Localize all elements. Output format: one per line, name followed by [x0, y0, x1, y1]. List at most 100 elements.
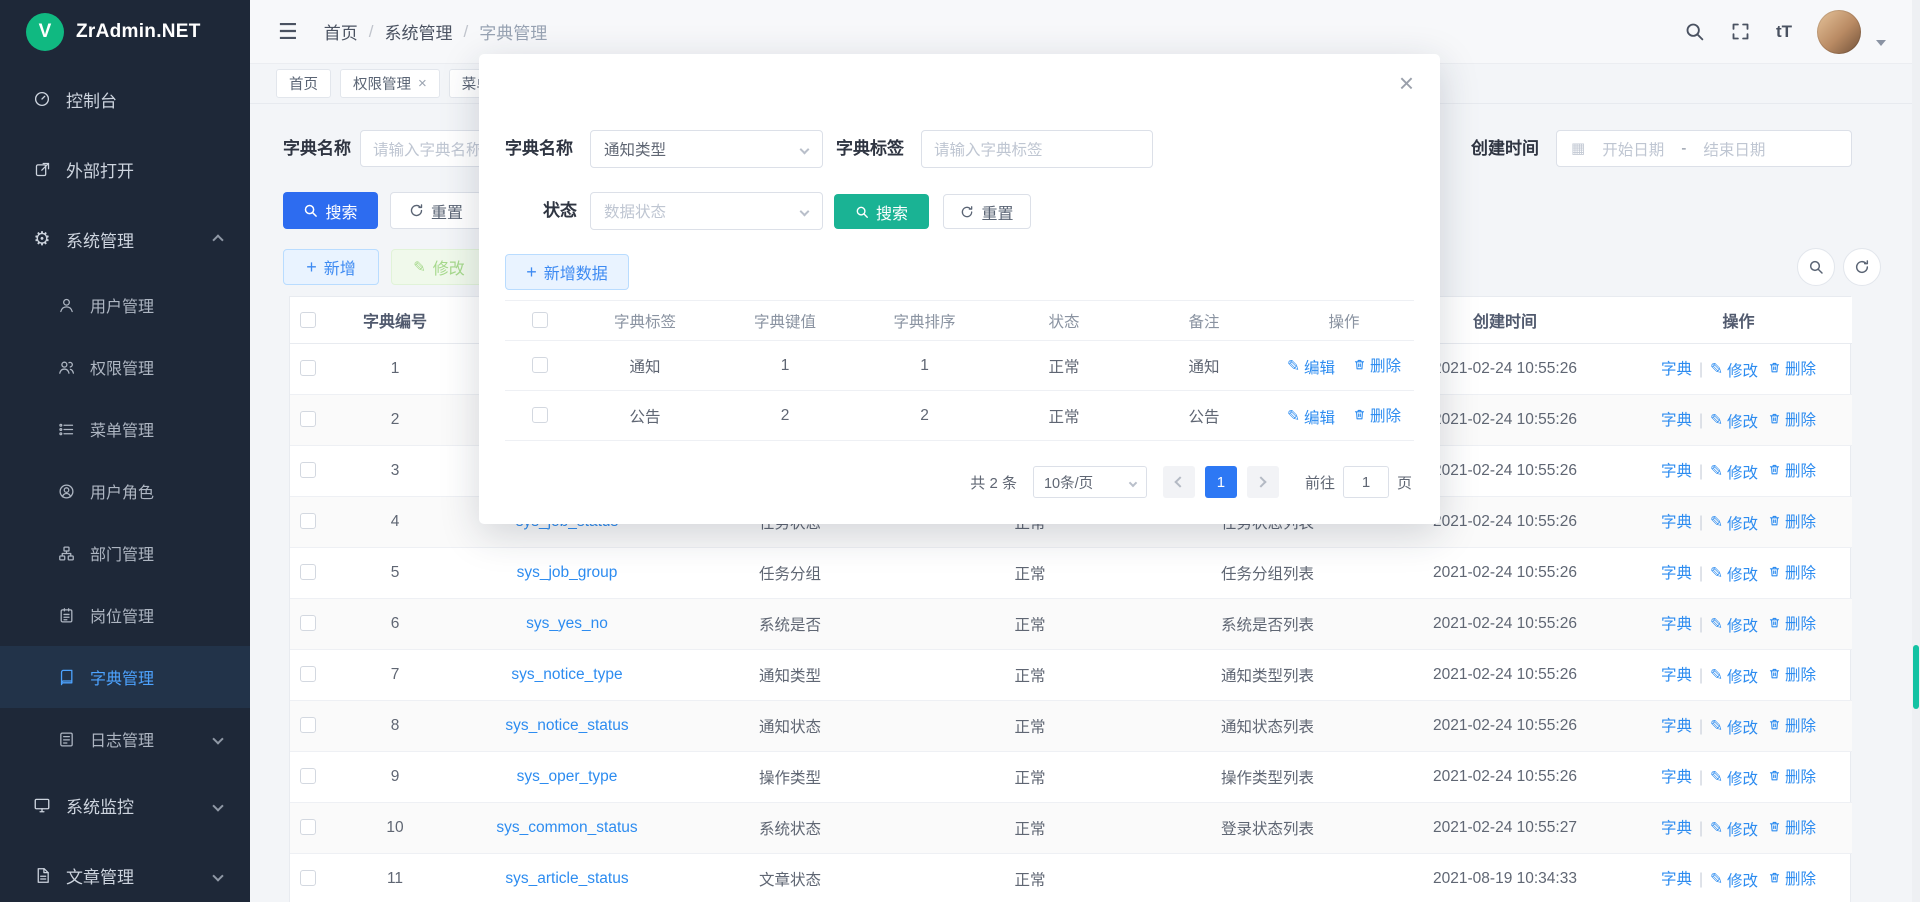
delete-link[interactable]: 删除: [1768, 765, 1816, 787]
close-icon[interactable]: ×: [418, 76, 427, 91]
row-checkbox[interactable]: [300, 717, 316, 733]
app-logo[interactable]: V ZrAdmin.NET: [0, 0, 250, 64]
row-checkbox[interactable]: [532, 357, 548, 373]
row-checkbox[interactable]: [532, 407, 548, 423]
close-icon[interactable]: ×: [1399, 70, 1414, 96]
row-checkbox[interactable]: [300, 666, 316, 682]
fullscreen-icon[interactable]: [1730, 21, 1751, 42]
edit-link[interactable]: ✎修改: [1710, 410, 1758, 432]
dict-type-link[interactable]: sys_yes_no: [526, 615, 608, 632]
dict-data-link[interactable]: 字典: [1661, 561, 1692, 583]
delete-link[interactable]: 删除: [1768, 510, 1816, 532]
tab-permission[interactable]: 权限管理×: [340, 69, 440, 98]
edit-link[interactable]: ✎修改: [1710, 716, 1758, 738]
delete-link[interactable]: 删除: [1768, 357, 1816, 379]
select-all-checkbox[interactable]: [532, 312, 548, 328]
edit-link[interactable]: ✎修改: [1710, 767, 1758, 789]
sidebar-item-article[interactable]: 文章管理: [0, 840, 250, 902]
breadcrumb-system[interactable]: 系统管理: [384, 19, 452, 44]
dict-data-link[interactable]: 字典: [1661, 816, 1692, 838]
page-size-select[interactable]: 10条/页: [1033, 466, 1147, 498]
delete-link[interactable]: 删除: [1768, 714, 1816, 736]
delete-link[interactable]: 删除: [1768, 459, 1816, 481]
dict-type-link[interactable]: sys_notice_type: [511, 666, 622, 683]
dialog-search-button[interactable]: 搜索: [834, 194, 929, 229]
font-size-icon[interactable]: tT: [1776, 22, 1792, 42]
prev-page-button[interactable]: [1163, 466, 1195, 498]
edit-link[interactable]: ✎修改: [1710, 563, 1758, 585]
dialog-reset-button[interactable]: 重置: [943, 194, 1031, 229]
edit-link[interactable]: ✎修改: [1710, 665, 1758, 687]
avatar[interactable]: [1817, 10, 1861, 54]
delete-link[interactable]: 删除: [1768, 816, 1816, 838]
edit-link[interactable]: ✎修改: [1710, 359, 1758, 381]
dict-label-input[interactable]: 请输入字典标签: [921, 130, 1153, 168]
dict-data-link[interactable]: 字典: [1661, 408, 1692, 430]
search-icon[interactable]: [1684, 21, 1705, 42]
dict-data-link[interactable]: 字典: [1661, 357, 1692, 379]
edit-link[interactable]: ✎修改: [1710, 461, 1758, 483]
row-checkbox[interactable]: [300, 819, 316, 835]
scrollbar-thumb[interactable]: [1913, 645, 1919, 709]
caret-down-icon[interactable]: [1876, 40, 1886, 46]
dict-type-link[interactable]: sys_article_status: [505, 870, 628, 887]
delete-link[interactable]: 删除: [1768, 663, 1816, 685]
sidebar-item-menu-mgmt[interactable]: 菜单管理: [0, 398, 250, 460]
sidebar-item-user-role[interactable]: 用户角色: [0, 460, 250, 522]
breadcrumb-home[interactable]: 首页: [324, 19, 358, 44]
dict-data-link[interactable]: 字典: [1661, 459, 1692, 481]
edit-link[interactable]: ✎编辑: [1287, 356, 1335, 378]
delete-link[interactable]: 删除: [1768, 867, 1816, 889]
select-all-checkbox[interactable]: [300, 312, 316, 328]
sidebar-item-post-mgmt[interactable]: 岗位管理: [0, 584, 250, 646]
add-button[interactable]: + 新增: [283, 249, 379, 285]
tab-home[interactable]: 首页: [276, 69, 331, 98]
delete-link[interactable]: 删除: [1768, 561, 1816, 583]
search-button[interactable]: 搜索: [283, 192, 378, 229]
dict-data-link[interactable]: 字典: [1661, 510, 1692, 532]
row-checkbox[interactable]: [300, 462, 316, 478]
dict-data-link[interactable]: 字典: [1661, 765, 1692, 787]
row-checkbox[interactable]: [300, 870, 316, 886]
sidebar-item-dict-mgmt[interactable]: 字典管理: [0, 646, 250, 708]
delete-link[interactable]: 删除: [1353, 404, 1401, 426]
edit-link[interactable]: ✎修改: [1710, 614, 1758, 636]
table-refresh-button[interactable]: [1843, 248, 1881, 286]
delete-link[interactable]: 删除: [1768, 408, 1816, 430]
dict-type-link[interactable]: sys_common_status: [496, 819, 637, 836]
dict-type-link[interactable]: sys_notice_status: [505, 717, 628, 734]
delete-link[interactable]: 删除: [1768, 612, 1816, 634]
row-checkbox[interactable]: [300, 768, 316, 784]
sidebar-item-external[interactable]: 外部打开: [0, 134, 250, 204]
edit-link[interactable]: ✎修改: [1710, 818, 1758, 840]
dict-data-link[interactable]: 字典: [1661, 612, 1692, 634]
sidebar-item-log-mgmt[interactable]: 日志管理: [0, 708, 250, 770]
sidebar-item-system[interactable]: ⚙ 系统管理: [0, 204, 250, 274]
sidebar-item-monitor[interactable]: 系统监控: [0, 770, 250, 840]
dict-data-link[interactable]: 字典: [1661, 714, 1692, 736]
edit-link[interactable]: ✎编辑: [1287, 406, 1335, 428]
hamburger-icon[interactable]: ☰: [278, 21, 298, 43]
row-checkbox[interactable]: [300, 564, 316, 580]
goto-page-input[interactable]: [1343, 466, 1389, 498]
reset-button[interactable]: 重置: [390, 192, 482, 229]
modify-button[interactable]: ✎ 修改: [391, 249, 487, 285]
edit-link[interactable]: ✎修改: [1710, 869, 1758, 891]
table-search-toggle-button[interactable]: [1797, 248, 1835, 286]
dict-data-link[interactable]: 字典: [1661, 663, 1692, 685]
row-checkbox[interactable]: [300, 513, 316, 529]
sidebar-item-dept-mgmt[interactable]: 部门管理: [0, 522, 250, 584]
dict-type-link[interactable]: sys_job_group: [517, 564, 618, 581]
add-data-button[interactable]: + 新增数据: [505, 254, 629, 290]
edit-link[interactable]: ✎修改: [1710, 512, 1758, 534]
date-range-input[interactable]: ▦ 开始日期 - 结束日期: [1556, 130, 1852, 167]
dict-name-select[interactable]: 通知类型: [590, 130, 823, 168]
dict-data-link[interactable]: 字典: [1661, 867, 1692, 889]
row-checkbox[interactable]: [300, 411, 316, 427]
delete-link[interactable]: 删除: [1353, 354, 1401, 376]
sidebar-item-dashboard[interactable]: 控制台: [0, 64, 250, 134]
dict-type-link[interactable]: sys_oper_type: [517, 768, 618, 785]
row-checkbox[interactable]: [300, 360, 316, 376]
sidebar-item-permission-mgmt[interactable]: 权限管理: [0, 336, 250, 398]
page-button-1[interactable]: 1: [1205, 466, 1237, 498]
